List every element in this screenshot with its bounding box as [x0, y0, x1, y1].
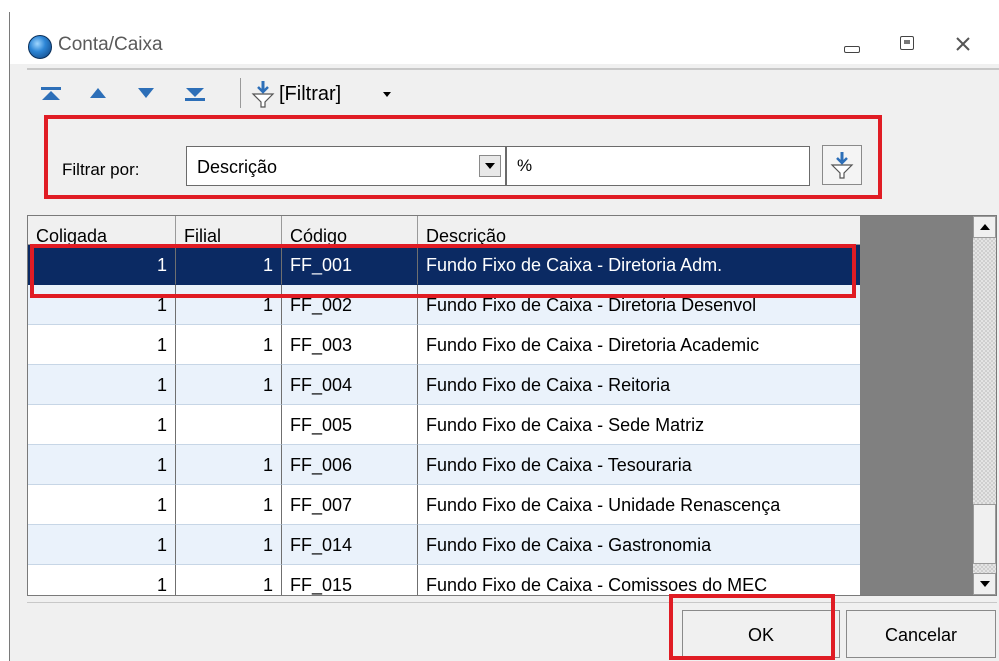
filter-by-label: Filtrar por:	[62, 160, 140, 179]
cell-coligada: 1	[28, 245, 176, 285]
vertical-scrollbar[interactable]	[973, 216, 996, 595]
cell-coligada: 1	[28, 525, 176, 565]
cancel-button[interactable]: Cancelar	[846, 610, 996, 658]
cell-codigo: FF_001	[282, 245, 418, 285]
app-icon	[28, 35, 52, 59]
cell-filial: 1	[176, 565, 282, 595]
table-row[interactable]: 1 1 FF_002 Fundo Fixo de Caixa - Diretor…	[28, 285, 860, 325]
table-row[interactable]: 1 1 FF_015 Fundo Fixo de Caixa - Comisso…	[28, 565, 860, 595]
minimize-button[interactable]	[834, 30, 868, 58]
cell-filial: 1	[176, 485, 282, 525]
filter-icon[interactable]	[251, 80, 275, 108]
cell-codigo: FF_006	[282, 445, 418, 485]
cell-codigo: FF_003	[282, 325, 418, 365]
table-row[interactable]: 1 1 FF_006 Fundo Fixo de Caixa - Tesoura…	[28, 445, 860, 485]
table-row[interactable]: 1 1 FF_004 Fundo Fixo de Caixa - Reitori…	[28, 365, 860, 405]
cell-descricao: Fundo Fixo de Caixa - Diretoria Academic	[418, 325, 860, 365]
close-icon	[956, 37, 970, 51]
grid-header: Coligada Filial Código Descrição	[28, 216, 860, 245]
accounts-grid: Coligada Filial Código Descrição 1 1 FF_…	[27, 215, 997, 596]
apply-filter-button[interactable]	[822, 145, 862, 185]
cell-coligada: 1	[28, 285, 176, 325]
table-row[interactable]: 1 1 FF_007 Fundo Fixo de Caixa - Unidade…	[28, 485, 860, 525]
cell-descricao: Fundo Fixo de Caixa - Tesouraria	[418, 445, 860, 485]
scroll-down-button[interactable]	[973, 573, 996, 595]
cell-filial: 1	[176, 445, 282, 485]
last-record-icon[interactable]	[184, 86, 206, 102]
column-header-codigo[interactable]: Código	[282, 216, 418, 244]
column-header-descricao[interactable]: Descrição	[418, 216, 860, 244]
window-title: Conta/Caixa	[58, 34, 163, 55]
title-bar: Conta/Caixa	[10, 12, 999, 64]
cell-coligada: 1	[28, 365, 176, 405]
cell-filial: 1	[176, 245, 282, 285]
conta-caixa-dialog: Conta/Caixa [Filtrar] Filtrar por: Descr…	[10, 12, 999, 661]
column-header-coligada[interactable]: Coligada	[28, 216, 176, 244]
close-button[interactable]	[946, 30, 980, 58]
filter-icon	[830, 152, 854, 179]
cell-descricao: Fundo Fixo de Caixa - Comissoes do MEC	[418, 565, 860, 595]
cell-coligada: 1	[28, 565, 176, 595]
cell-filial: 1	[176, 525, 282, 565]
cell-descricao: Fundo Fixo de Caixa - Unidade Renascença	[418, 485, 860, 525]
cell-codigo: FF_004	[282, 365, 418, 405]
toolbar-separator	[240, 78, 241, 108]
cell-coligada: 1	[28, 325, 176, 365]
cell-codigo: FF_007	[282, 485, 418, 525]
cell-filial: 1	[176, 285, 282, 325]
table-row[interactable]: 1 FF_005 Fundo Fixo de Caixa - Sede Matr…	[28, 405, 860, 445]
first-record-icon[interactable]	[40, 86, 62, 102]
cell-codigo: FF_002	[282, 285, 418, 325]
next-record-icon[interactable]	[137, 86, 155, 100]
maximize-button[interactable]	[890, 30, 924, 58]
footer-divider	[27, 602, 997, 603]
ok-button[interactable]: OK	[682, 610, 840, 658]
table-row[interactable]: 1 1 FF_003 Fundo Fixo de Caixa - Diretor…	[28, 325, 860, 365]
cell-codigo: FF_015	[282, 565, 418, 595]
cell-filial: 1	[176, 365, 282, 405]
cell-filial: 1	[176, 325, 282, 365]
cell-descricao: Fundo Fixo de Caixa - Sede Matriz	[418, 405, 860, 445]
table-row[interactable]: 1 1 FF_014 Fundo Fixo de Caixa - Gastron…	[28, 525, 860, 565]
cell-descricao: Fundo Fixo de Caixa - Diretoria Desenvol	[418, 285, 860, 325]
cell-codigo: FF_005	[282, 405, 418, 445]
cell-codigo: FF_014	[282, 525, 418, 565]
filter-text-input[interactable]	[506, 146, 810, 186]
previous-record-icon[interactable]	[89, 86, 107, 100]
filter-menu-label[interactable]: [Filtrar]	[279, 83, 341, 106]
grid-empty-area	[860, 216, 973, 595]
cell-filial	[176, 405, 282, 445]
chevron-down-icon[interactable]	[479, 155, 501, 177]
filter-field-value: Descrição	[197, 157, 278, 177]
cell-descricao: Fundo Fixo de Caixa - Diretoria Adm.	[418, 245, 860, 285]
toolbar: [Filtrar]	[27, 68, 999, 118]
dropdown-arrow-icon[interactable]	[383, 92, 391, 97]
cell-coligada: 1	[28, 445, 176, 485]
filter-field-select[interactable]: Descrição	[186, 146, 506, 186]
cell-descricao: Fundo Fixo de Caixa - Reitoria	[418, 365, 860, 405]
cell-coligada: 1	[28, 405, 176, 445]
scroll-thumb[interactable]	[973, 504, 996, 564]
table-row[interactable]: 1 1 FF_001 Fundo Fixo de Caixa - Diretor…	[28, 245, 860, 285]
cell-descricao: Fundo Fixo de Caixa - Gastronomia	[418, 525, 860, 565]
cell-coligada: 1	[28, 485, 176, 525]
column-header-filial[interactable]: Filial	[176, 216, 282, 244]
scroll-up-button[interactable]	[973, 216, 996, 238]
